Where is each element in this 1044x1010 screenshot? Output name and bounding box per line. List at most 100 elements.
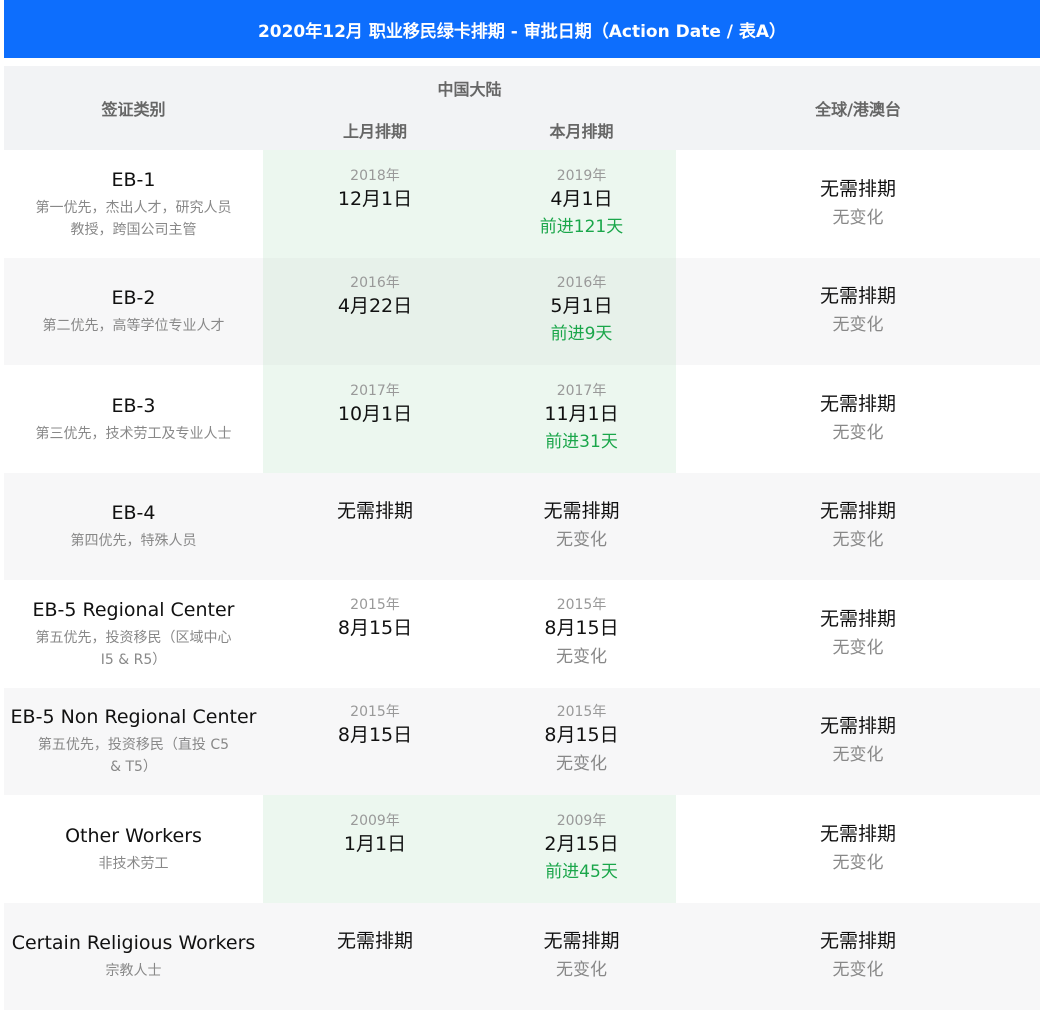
change-text: 无变化 <box>676 418 1040 448</box>
category-desc: 宗教人士 <box>4 960 263 982</box>
category-cell: EB-4 第四优先，特殊人员 <box>4 473 263 581</box>
table-row: Certain Religious Workers 宗教人士 无需排期 无需排期… <box>4 903 1040 1010</box>
category-desc: 第五优先，投资移民（区域中心 I5 & R5） <box>4 627 263 671</box>
category-desc: 第五优先，投资移民（直投 C5 & T5） <box>4 734 263 778</box>
global-cell: 无需排期 无变化 <box>676 258 1040 366</box>
category-desc: 第四优先，特殊人员 <box>4 530 263 552</box>
this-month-cell: 2017年 11月1日 前进31天 <box>487 365 676 473</box>
year: 2016年 <box>487 274 676 292</box>
category-name: EB-2 <box>4 285 263 311</box>
page-title: 2020年12月 职业移民绿卡排期 - 审批日期（Action Date / 表… <box>4 0 1040 58</box>
status: 无需排期 <box>676 497 1040 525</box>
status: 无需排期 <box>676 712 1040 740</box>
this-month-cell: 2015年 8月15日 无变化 <box>487 580 676 688</box>
category-cell: Certain Religious Workers 宗教人士 <box>4 903 263 1010</box>
advance-text: 前进121天 <box>487 213 676 241</box>
visa-bulletin-table: 签证类别 中国大陆 全球/港澳台 上月排期 本月排期 EB-1 第一优先，杰出人… <box>4 66 1040 1010</box>
year: 2016年 <box>263 274 487 292</box>
change-text: 无变化 <box>487 749 676 779</box>
category-desc-line: 非技术劳工 <box>4 853 263 875</box>
advance-text: 前进9天 <box>487 320 676 348</box>
category-desc: 非技术劳工 <box>4 853 263 875</box>
category-desc-line: I5 & R5） <box>4 649 263 671</box>
advance-text: 前进45天 <box>487 858 676 886</box>
change-text: 无变化 <box>676 955 1040 985</box>
table-row: Other Workers 非技术劳工 2009年 1月1日 2009年 2月1… <box>4 795 1040 903</box>
date: 4月22日 <box>263 292 487 320</box>
global-cell: 无需排期 无变化 <box>676 365 1040 473</box>
category-cell: EB-1 第一优先，杰出人才，研究人员 教授，跨国公司主管 <box>4 150 263 258</box>
status: 无需排期 <box>676 820 1040 848</box>
header-global: 全球/港澳台 <box>676 66 1040 150</box>
this-month-cell: 2019年 4月1日 前进121天 <box>487 150 676 258</box>
date: 8月15日 <box>263 721 487 749</box>
status: 无需排期 <box>263 927 487 955</box>
year: 2015年 <box>263 596 487 614</box>
category-desc: 第三优先，技术劳工及专业人士 <box>4 423 263 445</box>
year: 2017年 <box>487 382 676 400</box>
change-text: 无变化 <box>487 525 676 555</box>
category-cell: EB-3 第三优先，技术劳工及专业人士 <box>4 365 263 473</box>
global-cell: 无需排期 无变化 <box>676 150 1040 258</box>
status: 无需排期 <box>676 605 1040 633</box>
this-month-cell: 无需排期 无变化 <box>487 473 676 581</box>
year: 2019年 <box>487 167 676 185</box>
category-desc-line: & T5） <box>4 756 263 778</box>
date: 1月1日 <box>263 830 487 858</box>
table-row: EB-5 Regional Center 第五优先，投资移民（区域中心 I5 &… <box>4 580 1040 688</box>
global-cell: 无需排期 无变化 <box>676 473 1040 581</box>
global-cell: 无需排期 无变化 <box>676 903 1040 1010</box>
year: 2018年 <box>263 167 487 185</box>
table-row: EB-4 第四优先，特殊人员 无需排期 无需排期 无变化 无需排期 无变化 <box>4 473 1040 581</box>
status: 无需排期 <box>487 927 676 955</box>
category-cell: EB-5 Regional Center 第五优先，投资移民（区域中心 I5 &… <box>4 580 263 688</box>
this-month-cell: 无需排期 无变化 <box>487 903 676 1010</box>
header-last-month: 上月排期 <box>263 110 487 150</box>
date: 4月1日 <box>487 185 676 213</box>
status: 无需排期 <box>676 927 1040 955</box>
last-month-cell: 2015年 8月15日 <box>263 580 487 688</box>
date: 8月15日 <box>487 721 676 749</box>
category-desc-line: 第五优先，投资移民（区域中心 <box>4 627 263 649</box>
year: 2009年 <box>487 812 676 830</box>
status: 无需排期 <box>676 282 1040 310</box>
category-name: EB-5 Non Regional Center <box>4 704 263 730</box>
category-desc-line: 第三优先，技术劳工及专业人士 <box>4 423 263 445</box>
header-category: 签证类别 <box>4 66 263 150</box>
date: 11月1日 <box>487 400 676 428</box>
this-month-cell: 2009年 2月15日 前进45天 <box>487 795 676 903</box>
category-desc-line: 第五优先，投资移民（直投 C5 <box>4 734 263 756</box>
date: 8月15日 <box>263 614 487 642</box>
change-text: 无变化 <box>676 525 1040 555</box>
last-month-cell: 2016年 4月22日 <box>263 258 487 366</box>
change-text: 无变化 <box>487 955 676 985</box>
this-month-cell: 2016年 5月1日 前进9天 <box>487 258 676 366</box>
status: 无需排期 <box>263 497 487 525</box>
category-name: EB-4 <box>4 500 263 526</box>
category-desc-line: 第一优先，杰出人才，研究人员 <box>4 197 263 219</box>
change-text: 无变化 <box>676 740 1040 770</box>
header-row-1: 签证类别 中国大陆 全球/港澳台 <box>4 66 1040 110</box>
date: 8月15日 <box>487 614 676 642</box>
divider <box>4 58 1040 66</box>
change-text: 无变化 <box>676 310 1040 340</box>
date: 2月15日 <box>487 830 676 858</box>
category-name: EB-5 Regional Center <box>4 597 263 623</box>
category-desc-line: 第二优先，高等学位专业人才 <box>4 315 263 337</box>
last-month-cell: 2009年 1月1日 <box>263 795 487 903</box>
category-cell: Other Workers 非技术劳工 <box>4 795 263 903</box>
last-month-cell: 无需排期 <box>263 473 487 581</box>
date: 10月1日 <box>263 400 487 428</box>
status: 无需排期 <box>676 390 1040 418</box>
year: 2017年 <box>263 382 487 400</box>
category-cell: EB-5 Non Regional Center 第五优先，投资移民（直投 C5… <box>4 688 263 796</box>
table-row: EB-5 Non Regional Center 第五优先，投资移民（直投 C5… <box>4 688 1040 796</box>
last-month-cell: 无需排期 <box>263 903 487 1010</box>
global-cell: 无需排期 无变化 <box>676 580 1040 688</box>
category-desc: 第一优先，杰出人才，研究人员 教授，跨国公司主管 <box>4 197 263 241</box>
table-row: EB-1 第一优先，杰出人才，研究人员 教授，跨国公司主管 2018年 12月1… <box>4 150 1040 258</box>
header-china: 中国大陆 <box>263 66 676 110</box>
last-month-cell: 2017年 10月1日 <box>263 365 487 473</box>
category-cell: EB-2 第二优先，高等学位专业人才 <box>4 258 263 366</box>
status: 无需排期 <box>487 497 676 525</box>
